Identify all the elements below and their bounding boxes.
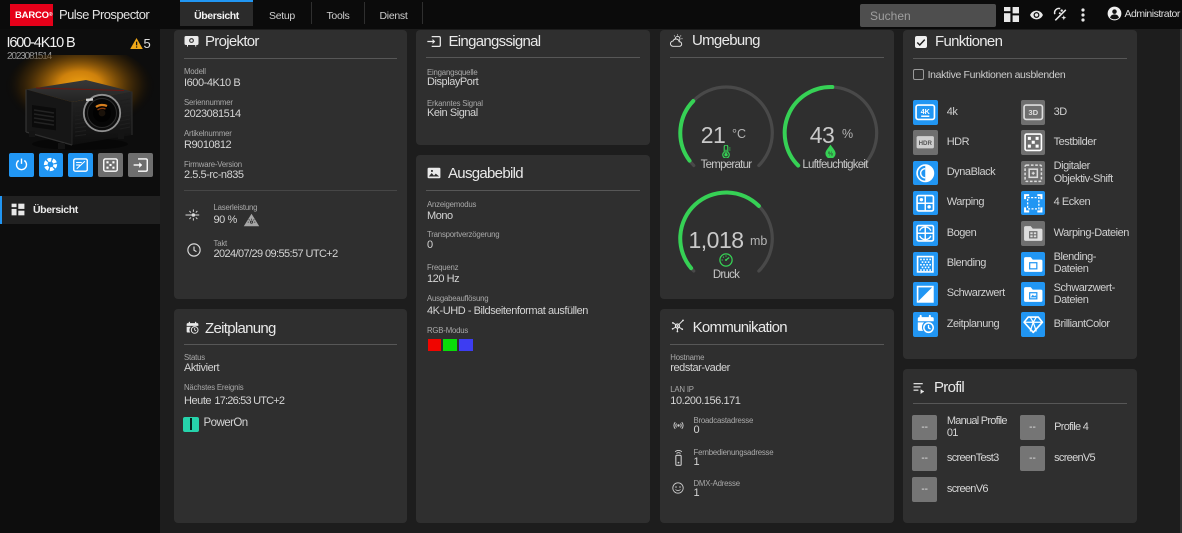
svg-text:HDR: HDR xyxy=(919,140,933,147)
svg-text:3D: 3D xyxy=(1028,108,1038,117)
svg-text:4K: 4K xyxy=(921,108,931,116)
svg-text:%: % xyxy=(828,151,833,157)
